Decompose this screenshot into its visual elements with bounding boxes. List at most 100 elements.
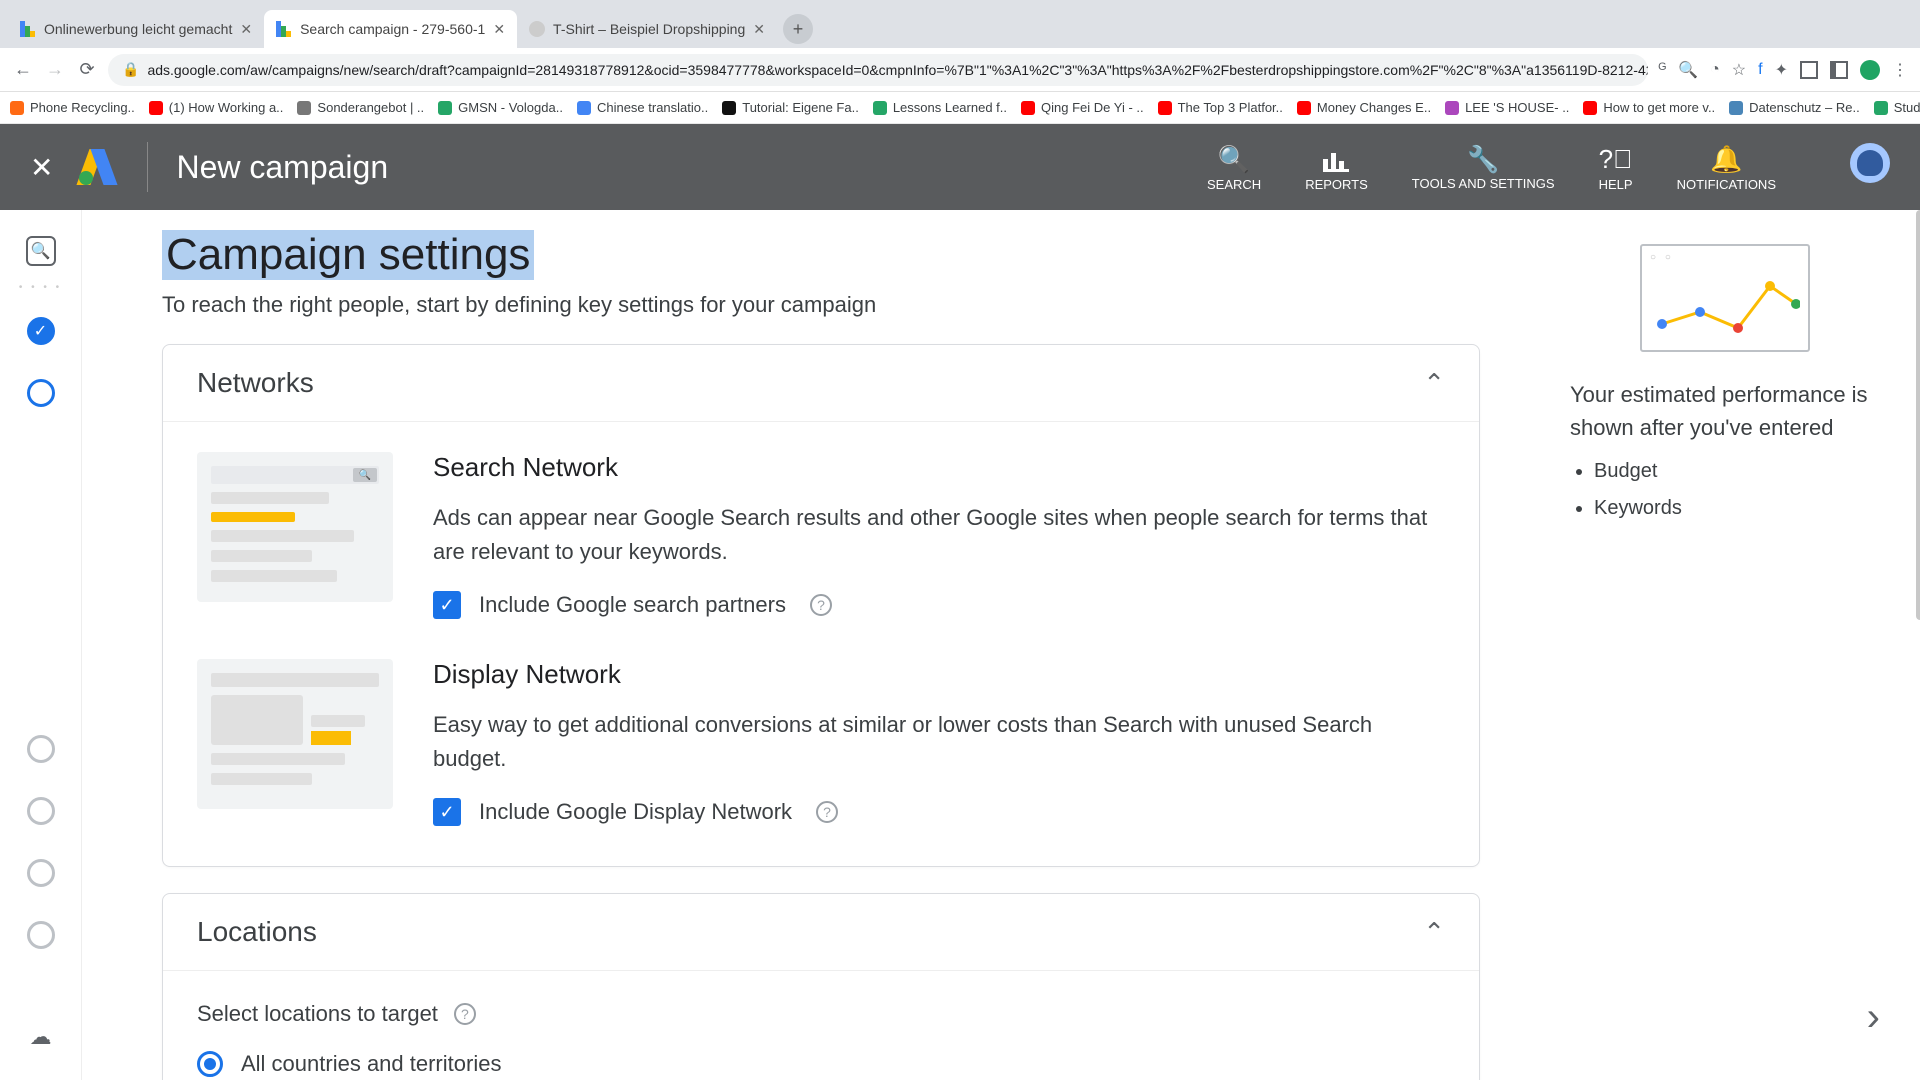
bookmark-item[interactable]: Student Wants an.. bbox=[1874, 100, 1920, 115]
tab-title: Search campaign - 279-560-1 bbox=[300, 21, 485, 37]
bookmark-item[interactable]: Lessons Learned f.. bbox=[873, 100, 1007, 115]
bookmark-bar: Phone Recycling.. (1) How Working a.. So… bbox=[0, 92, 1920, 124]
help-icon[interactable]: ? bbox=[810, 594, 832, 616]
step-pending[interactable] bbox=[27, 921, 55, 949]
nav-reports[interactable]: REPORTS bbox=[1305, 143, 1368, 192]
browser-tab-active[interactable]: Search campaign - 279-560-1 ✕ bbox=[264, 10, 517, 48]
step-pending[interactable] bbox=[27, 735, 55, 763]
forward-icon[interactable]: → bbox=[44, 59, 66, 80]
reports-icon bbox=[1323, 143, 1349, 177]
bookmark-item[interactable]: GMSN - Vologda.. bbox=[438, 100, 563, 115]
search-partners-checkbox[interactable]: ✓ bbox=[433, 591, 461, 619]
help-icon[interactable]: ? bbox=[454, 1003, 476, 1025]
bookmark-item[interactable]: (1) How Working a.. bbox=[149, 100, 284, 115]
card-title: Locations bbox=[197, 916, 317, 948]
google-ads-logo bbox=[81, 149, 117, 185]
list-item: Budget bbox=[1594, 460, 1880, 483]
new-tab-button[interactable]: + bbox=[783, 14, 813, 44]
scrollbar[interactable] bbox=[1916, 210, 1920, 620]
tab-title: T-Shirt – Beispiel Dropshipping bbox=[553, 21, 745, 37]
display-network-title: Display Network bbox=[433, 659, 1445, 690]
bookmark-item[interactable]: Tutorial: Eigene Fa.. bbox=[722, 100, 859, 115]
nav-help[interactable]: ?⃝ HELP bbox=[1599, 143, 1633, 192]
sidebar-icon[interactable] bbox=[1830, 61, 1848, 79]
facebook-icon[interactable]: f bbox=[1758, 61, 1762, 79]
bookmark-item[interactable]: Phone Recycling.. bbox=[10, 100, 135, 115]
bookmark-item[interactable]: LEE 'S HOUSE- .. bbox=[1445, 100, 1569, 115]
bookmark-item[interactable]: Money Changes E.. bbox=[1297, 100, 1431, 115]
install-icon[interactable] bbox=[1800, 61, 1818, 79]
networks-card-header[interactable]: Networks ⌃ bbox=[163, 345, 1479, 421]
sidebar-search-icon[interactable]: 🔍 bbox=[26, 236, 56, 266]
display-network-thumb bbox=[197, 659, 393, 809]
url-input[interactable]: 🔒 ads.google.com/aw/campaigns/new/search… bbox=[108, 54, 1648, 86]
extensions-icon[interactable]: ✦ bbox=[1775, 60, 1788, 80]
line-chart-icon bbox=[1650, 266, 1800, 338]
browser-address-bar: ← → ⟳ 🔒 ads.google.com/aw/campaigns/new/… bbox=[0, 48, 1920, 92]
translate-icon[interactable]: ᴳ bbox=[1658, 61, 1666, 79]
bookmark-item[interactable]: Datenschutz – Re.. bbox=[1729, 100, 1860, 115]
profile-avatar-small[interactable] bbox=[1860, 60, 1880, 80]
user-avatar[interactable] bbox=[1850, 143, 1890, 183]
display-network-checkbox[interactable]: ✓ bbox=[433, 798, 461, 826]
bookmark-item[interactable]: The Top 3 Platfor.. bbox=[1158, 100, 1283, 115]
step-pending[interactable] bbox=[27, 797, 55, 825]
close-icon[interactable]: ✕ bbox=[753, 21, 765, 38]
search-network-thumb: 🔍 bbox=[197, 452, 393, 602]
bookmark-item[interactable]: Qing Fei De Yi - .. bbox=[1021, 100, 1144, 115]
step-done[interactable]: ✓ bbox=[27, 317, 55, 345]
locations-card: Locations ⌃ Select locations to target ?… bbox=[162, 893, 1480, 1080]
back-icon[interactable]: ← bbox=[12, 59, 34, 80]
search-icon[interactable]: 🔍 bbox=[1678, 60, 1698, 80]
search-network-desc: Ads can appear near Google Search result… bbox=[433, 501, 1445, 569]
radio-label: All countries and territories bbox=[241, 1051, 501, 1077]
bookmark-item[interactable]: How to get more v.. bbox=[1583, 100, 1715, 115]
share-icon[interactable]: ◔ bbox=[1710, 61, 1720, 79]
nav-tools[interactable]: 🔧 TOOLS AND SETTINGS bbox=[1412, 143, 1555, 191]
reload-icon[interactable]: ⟳ bbox=[76, 59, 98, 80]
networks-card: Networks ⌃ 🔍 bbox=[162, 344, 1480, 867]
lock-icon: 🔒 bbox=[122, 61, 139, 78]
step-pending[interactable] bbox=[27, 859, 55, 887]
favicon-google-ads bbox=[20, 21, 36, 37]
close-button[interactable]: ✕ bbox=[30, 151, 53, 184]
section-title: Campaign settings bbox=[162, 230, 534, 280]
bell-icon: 🔔 bbox=[1710, 143, 1742, 177]
close-icon[interactable]: ✕ bbox=[240, 21, 252, 38]
display-network-desc: Easy way to get additional conversions a… bbox=[433, 708, 1445, 776]
estimate-text: Your estimated performance is shown afte… bbox=[1570, 378, 1880, 444]
cloud-icon[interactable]: ☁ bbox=[30, 1024, 52, 1050]
estimate-list: Budget Keywords bbox=[1570, 460, 1880, 520]
app-header: ✕ New campaign 🔍 SEARCH REPORTS 🔧 TOOLS … bbox=[0, 124, 1920, 210]
checkbox-label: Include Google Display Network bbox=[479, 799, 792, 825]
star-icon[interactable]: ☆ bbox=[1732, 60, 1746, 80]
location-radio-all[interactable] bbox=[197, 1051, 223, 1077]
next-button[interactable]: › bbox=[1867, 995, 1880, 1040]
favicon-google-ads bbox=[276, 21, 292, 37]
check-icon: ✓ bbox=[34, 321, 47, 341]
page-title: New campaign bbox=[176, 149, 388, 186]
bookmark-item[interactable]: Sonderangebot | .. bbox=[297, 100, 424, 115]
browser-tab[interactable]: T-Shirt – Beispiel Dropshipping ✕ bbox=[517, 10, 777, 48]
close-icon[interactable]: ✕ bbox=[493, 21, 505, 38]
locations-subtitle: Select locations to target bbox=[197, 1001, 438, 1027]
help-icon: ?⃝ bbox=[1599, 143, 1633, 177]
help-icon[interactable]: ? bbox=[816, 801, 838, 823]
nav-search[interactable]: 🔍 SEARCH bbox=[1207, 143, 1261, 192]
browser-tab[interactable]: Onlinewerbung leicht gemacht ✕ bbox=[8, 10, 264, 48]
chevron-up-icon: ⌃ bbox=[1423, 368, 1445, 399]
step-sidebar: 🔍 • • • • ✓ ☁ bbox=[0, 210, 82, 1080]
menu-icon[interactable]: ⋮ bbox=[1892, 60, 1908, 80]
nav-notifications[interactable]: 🔔 NOTIFICATIONS bbox=[1677, 143, 1776, 192]
locations-card-header[interactable]: Locations ⌃ bbox=[163, 894, 1479, 970]
card-title: Networks bbox=[197, 367, 314, 399]
browser-tab-strip: Onlinewerbung leicht gemacht ✕ Search ca… bbox=[0, 0, 1920, 48]
tab-title: Onlinewerbung leicht gemacht bbox=[44, 21, 232, 37]
search-icon: 🔍 bbox=[1218, 143, 1250, 177]
list-item: Keywords bbox=[1594, 497, 1880, 520]
wrench-icon: 🔧 bbox=[1467, 143, 1499, 177]
estimate-panel: ○ ○ Your estimated performance is shown … bbox=[1560, 210, 1920, 1080]
step-current[interactable] bbox=[27, 379, 55, 407]
search-network-title: Search Network bbox=[433, 452, 1445, 483]
bookmark-item[interactable]: Chinese translatio.. bbox=[577, 100, 708, 115]
